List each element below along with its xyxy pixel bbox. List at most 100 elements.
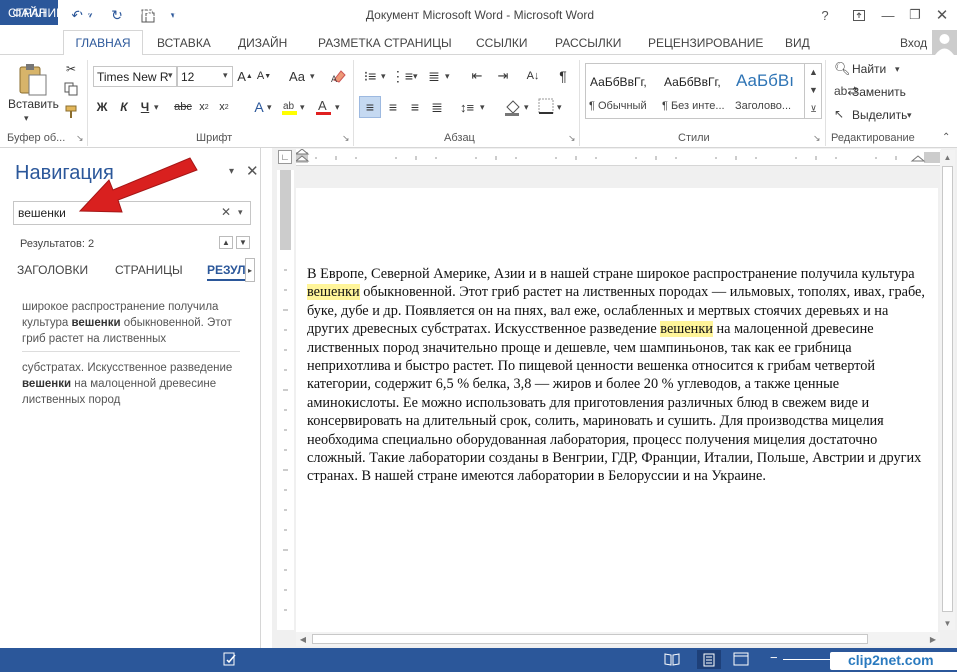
select-dropdown-icon[interactable]: ▾ (907, 110, 912, 121)
cut-icon[interactable]: ✂ (62, 60, 80, 78)
subscript-icon[interactable]: x2 (196, 98, 212, 116)
vertical-ruler[interactable] (277, 170, 294, 630)
style-preview-normal[interactable]: АаБбВвГг, (590, 75, 647, 89)
sort-icon[interactable]: A↓ (524, 66, 542, 86)
word-count[interactable]: СЛОВО 1 ИЗ 145 (117, 6, 212, 20)
next-result-button[interactable]: ▼ (236, 236, 250, 249)
vertical-scrollbar[interactable]: ▲ ▼ (940, 150, 955, 630)
underline-icon[interactable]: Ч (138, 98, 152, 116)
web-layout-icon[interactable] (733, 652, 749, 669)
zoom-slider[interactable] (783, 659, 833, 660)
font-size-dropdown-icon[interactable]: ▾ (223, 70, 228, 81)
align-center-icon[interactable]: ≡ (384, 97, 402, 117)
text-effects-icon[interactable]: A (250, 97, 268, 117)
scroll-up-icon[interactable]: ▲ (940, 150, 955, 164)
font-name-dropdown-icon[interactable]: ▾ (168, 70, 173, 81)
show-formatting-icon[interactable]: ¶ (556, 66, 570, 86)
horizontal-ruler[interactable] (294, 148, 941, 166)
tab-page-layout[interactable]: РАЗМЕТКА СТРАНИЦЫ (312, 30, 458, 55)
tab-home[interactable]: ГЛАВНАЯ (63, 30, 143, 56)
print-layout-icon[interactable] (697, 650, 721, 669)
align-right-icon[interactable]: ≡ (406, 97, 424, 117)
underline-dropdown-icon[interactable]: ▾ (154, 102, 159, 113)
justify-icon[interactable]: ≣ (428, 97, 446, 117)
nav-options-icon[interactable]: ▾ (229, 166, 234, 177)
change-case-dropdown-icon[interactable]: ▾ (310, 71, 315, 82)
avatar[interactable] (932, 30, 957, 55)
find-icon[interactable]: 🔍︎ (834, 61, 851, 77)
select-icon[interactable]: ↖ (834, 107, 844, 121)
borders-dropdown-icon[interactable]: ▾ (557, 102, 562, 113)
numbering-dropdown-icon[interactable]: ▾ (413, 71, 418, 82)
search-result-item[interactable]: широкое распространение получила культур… (22, 299, 237, 347)
read-mode-icon[interactable] (664, 652, 680, 669)
clipboard-launcher-icon[interactable]: ↘ (76, 133, 84, 144)
search-result-item[interactable]: субстратах. Искусственное разведение веш… (22, 360, 237, 408)
collapse-ribbon-icon[interactable]: ⌃ (942, 132, 950, 143)
tab-review[interactable]: РЕЦЕНЗИРОВАНИЕ (642, 30, 769, 55)
style-preview-heading[interactable]: АаБбВı (736, 71, 798, 91)
bold-icon[interactable]: Ж (95, 98, 109, 116)
text-effects-dropdown-icon[interactable]: ▾ (267, 102, 272, 113)
font-name-combo[interactable]: Times New R (93, 66, 177, 87)
font-color-icon[interactable]: A (315, 97, 333, 120)
font-color-dropdown-icon[interactable]: ▾ (335, 102, 340, 113)
highlight-icon[interactable]: ab (281, 97, 299, 120)
paragraph-launcher-icon[interactable]: ↘ (568, 133, 576, 144)
superscript-icon[interactable]: x2 (216, 98, 232, 116)
scroll-right-icon[interactable]: ▶ (926, 632, 940, 646)
decrease-indent-icon[interactable]: ⇤ (468, 66, 486, 86)
proofing-icon[interactable] (223, 652, 237, 669)
find-dropdown-icon[interactable]: ▾ (895, 64, 900, 75)
shading-dropdown-icon[interactable]: ▾ (524, 102, 529, 113)
styles-more-icon[interactable]: ⊻ (810, 104, 817, 115)
tab-selector-icon[interactable]: ∟ (278, 150, 292, 164)
line-spacing-icon[interactable]: ↕≡ (458, 97, 476, 117)
previous-result-button[interactable]: ▲ (219, 236, 233, 249)
tab-references[interactable]: ССЫЛКИ (470, 30, 533, 55)
page-count[interactable]: СТРАНИЦА 1 ИЗ 1 (8, 6, 112, 20)
highlight-dropdown-icon[interactable]: ▾ (300, 102, 305, 113)
strikethrough-icon[interactable]: abc (173, 98, 193, 116)
borders-icon[interactable] (538, 98, 554, 117)
nav-tab-results[interactable]: РЕЗУЛ (207, 263, 245, 277)
grow-font-icon[interactable]: A ▲ (237, 66, 253, 86)
hscroll-thumb[interactable] (312, 634, 868, 644)
close-window-button[interactable]: ✕ (929, 3, 955, 27)
help-button[interactable]: ? (812, 3, 838, 27)
select-button[interactable]: Выделить (852, 108, 907, 122)
styles-down-icon[interactable]: ▼ (809, 85, 818, 95)
format-painter-icon[interactable] (62, 103, 80, 121)
line-spacing-dropdown-icon[interactable]: ▾ (480, 102, 485, 113)
find-button[interactable]: Найти (852, 62, 886, 76)
nav-search-input[interactable]: вешенки (18, 206, 66, 220)
scroll-down-icon[interactable]: ▼ (940, 616, 955, 630)
styles-launcher-icon[interactable]: ↘ (813, 133, 821, 144)
search-options-icon[interactable]: ▾ (238, 207, 243, 218)
paste-icon[interactable] (17, 62, 49, 99)
change-case-icon[interactable]: Aa (287, 66, 307, 86)
shrink-font-icon[interactable]: A ▼ (256, 66, 272, 86)
paste-button[interactable]: Вставить (8, 97, 59, 111)
maximize-button[interactable]: ❐ (902, 3, 928, 27)
nav-close-icon[interactable]: ✕ (246, 162, 259, 180)
scroll-thumb[interactable] (942, 166, 953, 612)
clear-search-icon[interactable]: ✕ (221, 205, 231, 219)
nav-tab-headings[interactable]: ЗАГОЛОВКИ (17, 263, 88, 277)
tab-design[interactable]: ДИЗАЙН (232, 30, 293, 55)
styles-up-icon[interactable]: ▲ (809, 67, 818, 77)
horizontal-scrollbar[interactable]: ◀ ▶ (296, 632, 940, 646)
bullets-dropdown-icon[interactable]: ▾ (381, 71, 386, 82)
nav-tab-pages[interactable]: СТРАНИЦЫ (115, 263, 183, 277)
multilevel-dropdown-icon[interactable]: ▾ (445, 71, 450, 82)
copy-icon[interactable] (62, 80, 80, 98)
zoom-out-icon[interactable]: − (770, 650, 778, 665)
increase-indent-icon[interactable]: ⇥ (494, 66, 512, 86)
nav-tabs-scroll-button[interactable]: ▸ (245, 258, 255, 282)
signin-link[interactable]: Вход (894, 30, 933, 55)
italic-icon[interactable]: К (117, 98, 131, 116)
align-left-icon[interactable]: ≡ (359, 96, 381, 118)
tab-insert[interactable]: ВСТАВКА (151, 30, 217, 55)
minimize-button[interactable]: — (875, 3, 901, 27)
multilevel-list-icon[interactable]: ≣ (425, 66, 443, 86)
